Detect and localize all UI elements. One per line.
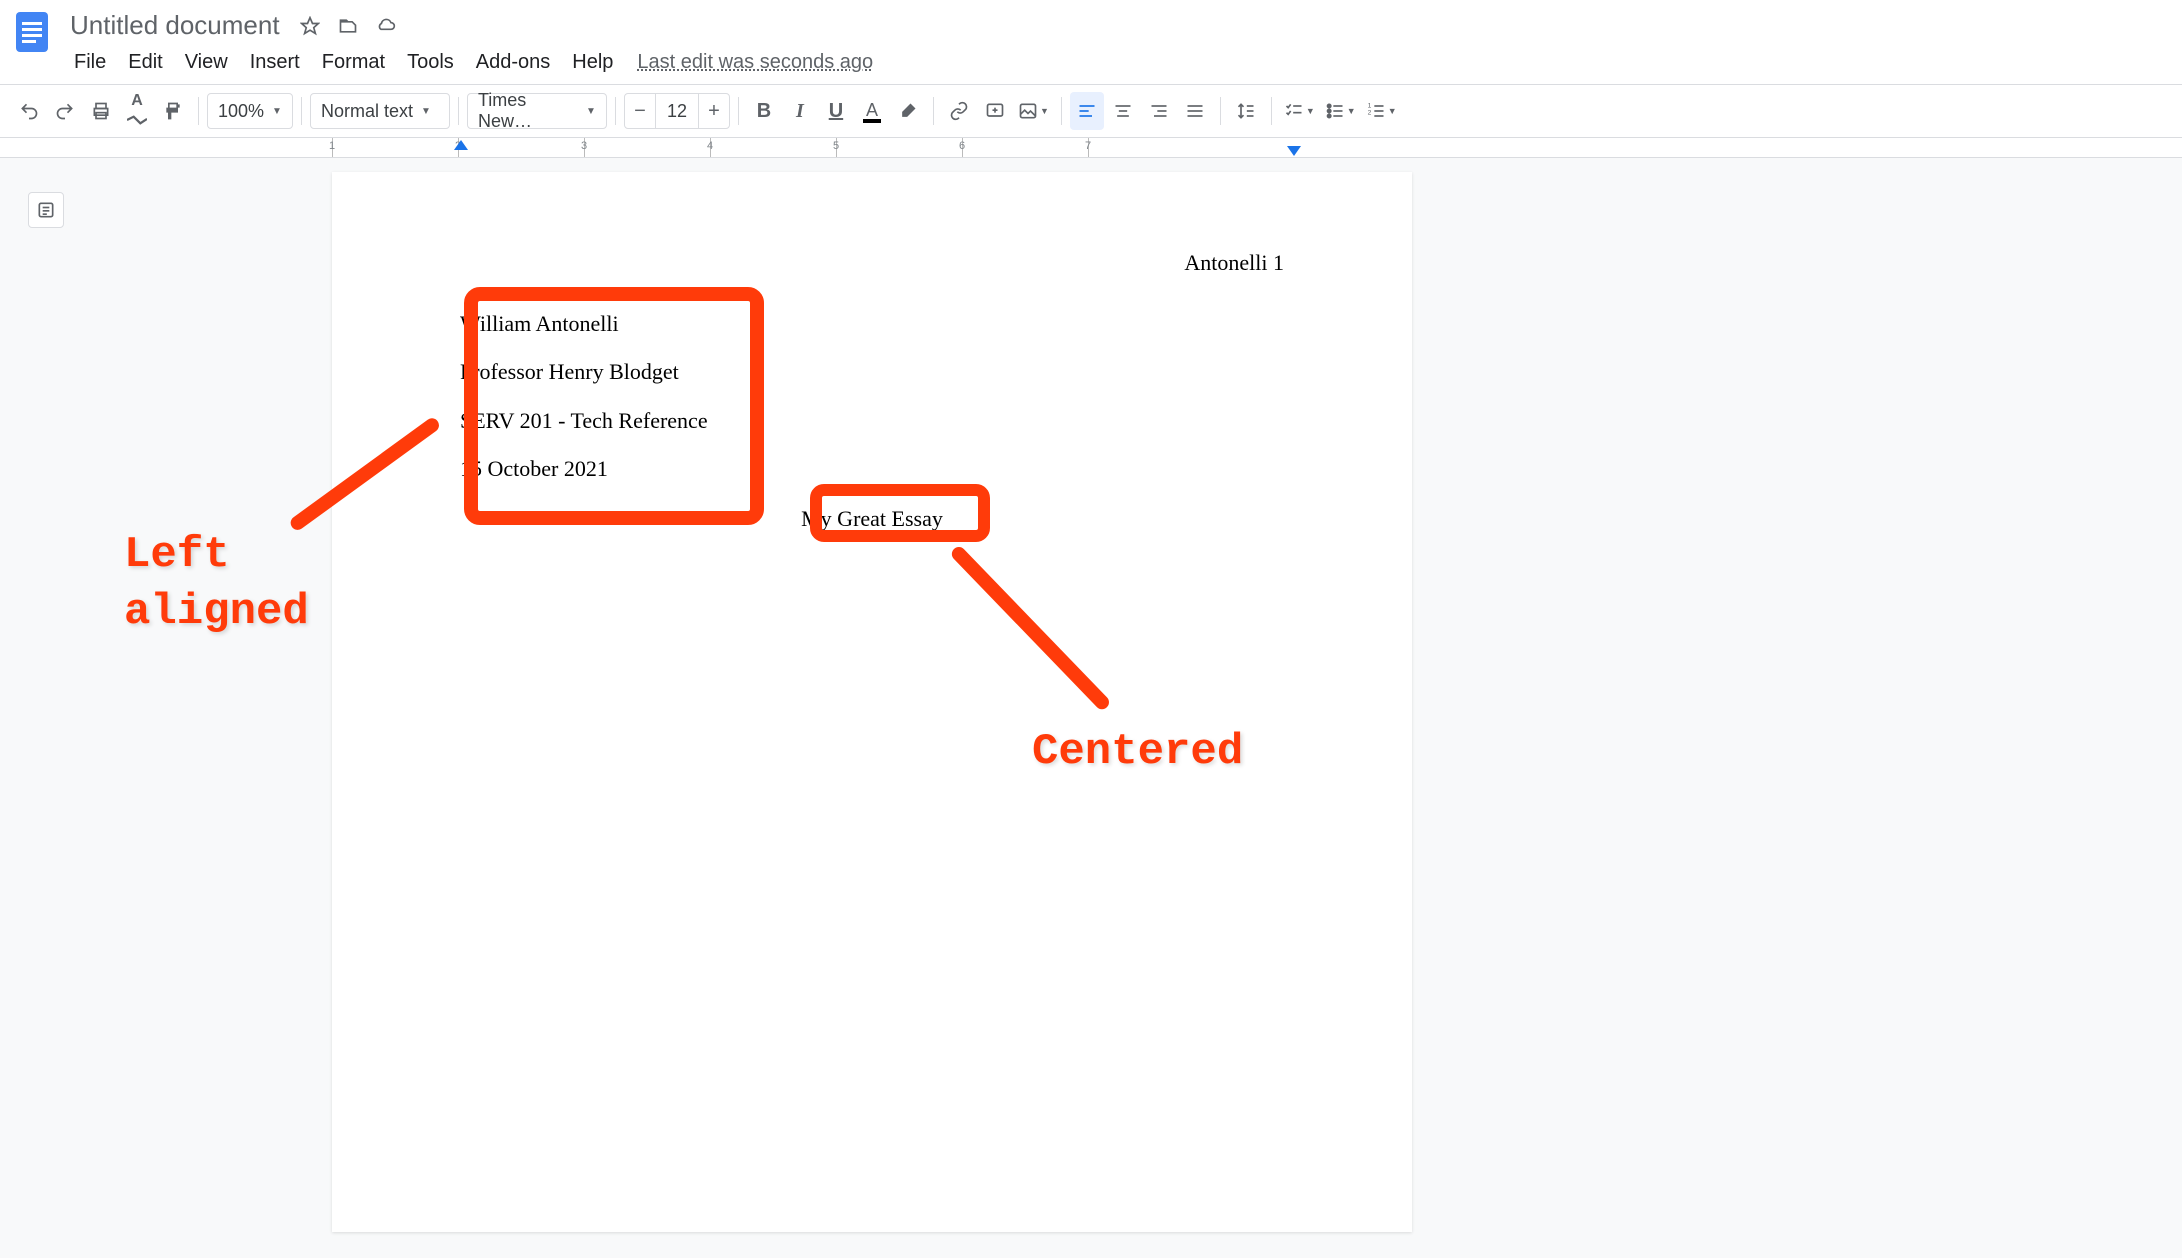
annotation-line bbox=[288, 416, 442, 533]
menu-format[interactable]: Format bbox=[312, 47, 395, 78]
ruler-num: 1 bbox=[329, 140, 335, 152]
ruler-indent-marker[interactable] bbox=[454, 140, 468, 150]
doc-line[interactable]: William Antonelli bbox=[460, 300, 1284, 348]
toolbar: A 100%▼ Normal text▼ Times New…▼ − + B I… bbox=[0, 84, 2182, 138]
docs-logo[interactable] bbox=[12, 8, 52, 56]
menu-insert[interactable]: Insert bbox=[240, 47, 310, 78]
app-header: Untitled document File Edit View Insert … bbox=[0, 0, 2182, 78]
title-area: Untitled document File Edit View Insert … bbox=[64, 8, 2170, 78]
menu-edit[interactable]: Edit bbox=[118, 47, 172, 78]
annotation-label-centered: Centered bbox=[1032, 727, 1243, 777]
style-value: Normal text bbox=[321, 101, 413, 122]
font-size-input[interactable] bbox=[655, 94, 699, 128]
ruler-num: 3 bbox=[581, 140, 587, 152]
insert-image-button[interactable]: ▼ bbox=[1014, 92, 1053, 130]
paragraph-style-dropdown[interactable]: Normal text▼ bbox=[310, 93, 450, 129]
star-icon[interactable] bbox=[296, 12, 324, 40]
print-button[interactable] bbox=[84, 92, 118, 130]
font-value: Times New… bbox=[478, 90, 578, 132]
document-area: Antonelli 1 William Antonelli Professor … bbox=[0, 158, 2182, 1258]
menu-view[interactable]: View bbox=[175, 47, 238, 78]
doc-line[interactable]: 15 October 2021 bbox=[460, 445, 1284, 493]
annotation-label-left: Left aligned bbox=[124, 527, 309, 641]
page[interactable]: Antonelli 1 William Antonelli Professor … bbox=[332, 172, 1412, 1232]
document-title[interactable]: Untitled document bbox=[64, 8, 286, 43]
outline-toggle[interactable] bbox=[28, 192, 64, 228]
font-size-decrease[interactable]: − bbox=[625, 94, 655, 128]
line-spacing-button[interactable] bbox=[1229, 92, 1263, 130]
separator bbox=[615, 97, 616, 125]
separator bbox=[301, 97, 302, 125]
numbered-list-button[interactable]: 12▼ bbox=[1362, 92, 1401, 130]
font-size-group: − + bbox=[624, 93, 730, 129]
separator bbox=[1220, 97, 1221, 125]
menubar: File Edit View Insert Format Tools Add-o… bbox=[64, 47, 2170, 78]
ruler[interactable]: 1 2 3 4 5 6 7 bbox=[0, 138, 2182, 158]
cloud-status-icon[interactable] bbox=[372, 12, 400, 40]
ruler-num: 7 bbox=[1085, 140, 1091, 152]
ruler-num: 5 bbox=[833, 140, 839, 152]
underline-button[interactable]: U bbox=[819, 92, 853, 130]
redo-button[interactable] bbox=[48, 92, 82, 130]
spellcheck-button[interactable]: A bbox=[120, 92, 154, 130]
heading-block[interactable]: William Antonelli Professor Henry Blodge… bbox=[460, 300, 1284, 494]
separator bbox=[198, 97, 199, 125]
menu-help[interactable]: Help bbox=[562, 47, 623, 78]
font-size-increase[interactable]: + bbox=[699, 94, 729, 128]
bulleted-list-button[interactable]: ▼ bbox=[1321, 92, 1360, 130]
checklist-button[interactable]: ▼ bbox=[1280, 92, 1319, 130]
insert-link-button[interactable] bbox=[942, 92, 976, 130]
text-color-button[interactable]: A bbox=[855, 92, 889, 130]
font-dropdown[interactable]: Times New…▼ bbox=[467, 93, 607, 129]
separator bbox=[738, 97, 739, 125]
bold-button[interactable]: B bbox=[747, 92, 781, 130]
annotation-text: Left bbox=[124, 527, 309, 584]
annotation-line bbox=[949, 544, 1112, 712]
last-edit-link[interactable]: Last edit was seconds ago bbox=[637, 51, 873, 74]
zoom-dropdown[interactable]: 100%▼ bbox=[207, 93, 293, 129]
paint-format-button[interactable] bbox=[156, 92, 190, 130]
align-left-button[interactable] bbox=[1070, 92, 1104, 130]
annotation-text: aligned bbox=[124, 584, 309, 641]
italic-button[interactable]: I bbox=[783, 92, 817, 130]
essay-title[interactable]: My Great Essay bbox=[460, 506, 1284, 532]
separator bbox=[1271, 97, 1272, 125]
align-center-button[interactable] bbox=[1106, 92, 1140, 130]
undo-button[interactable] bbox=[12, 92, 46, 130]
menu-tools[interactable]: Tools bbox=[397, 47, 464, 78]
doc-line[interactable]: Professor Henry Blodget bbox=[460, 348, 1284, 396]
menu-file[interactable]: File bbox=[64, 47, 116, 78]
align-justify-button[interactable] bbox=[1178, 92, 1212, 130]
zoom-value: 100% bbox=[218, 101, 264, 122]
doc-line[interactable]: SERV 201 - Tech Reference bbox=[460, 397, 1284, 445]
page-header-text[interactable]: Antonelli 1 bbox=[460, 250, 1284, 276]
separator bbox=[458, 97, 459, 125]
svg-text:2: 2 bbox=[1367, 109, 1371, 116]
title-row: Untitled document bbox=[64, 8, 2170, 43]
separator bbox=[1061, 97, 1062, 125]
menu-addons[interactable]: Add-ons bbox=[466, 47, 561, 78]
ruler-right-margin[interactable] bbox=[1287, 146, 1301, 156]
move-icon[interactable] bbox=[334, 12, 362, 40]
separator bbox=[933, 97, 934, 125]
highlight-button[interactable] bbox=[891, 92, 925, 130]
ruler-num: 6 bbox=[959, 140, 965, 152]
ruler-num: 4 bbox=[707, 140, 713, 152]
align-right-button[interactable] bbox=[1142, 92, 1176, 130]
add-comment-button[interactable] bbox=[978, 92, 1012, 130]
